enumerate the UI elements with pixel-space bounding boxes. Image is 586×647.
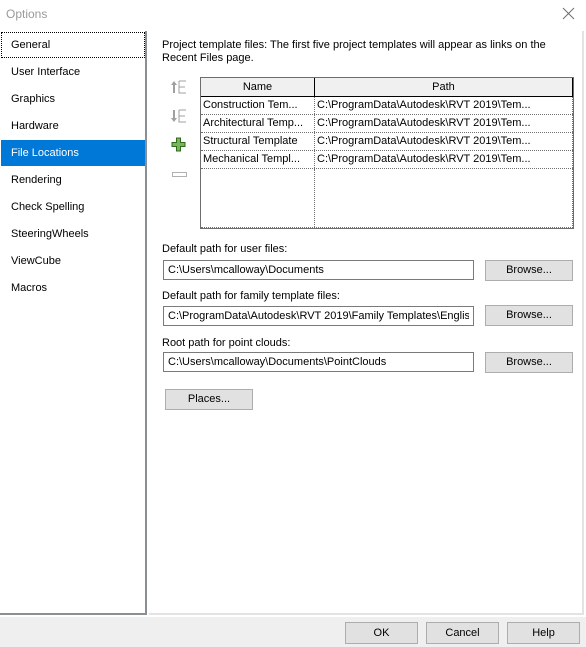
sidebar-item-check-spelling[interactable]: Check Spelling bbox=[1, 194, 145, 220]
template-path: C:\ProgramData\Autodesk\RVT 2019\Tem... bbox=[317, 99, 531, 111]
family-templates-path-input[interactable] bbox=[163, 306, 474, 326]
table-row[interactable]: Structural Template C:\ProgramData\Autod… bbox=[201, 133, 573, 151]
user-files-path-input[interactable] bbox=[163, 260, 474, 280]
point-clouds-label: Root path for point clouds: bbox=[162, 337, 291, 349]
table-row[interactable]: Construction Tem... C:\ProgramData\Autod… bbox=[201, 97, 573, 115]
move-up-icon bbox=[171, 80, 186, 94]
move-down-icon bbox=[171, 109, 186, 123]
project-templates-table[interactable]: Name Path Construction Tem... C:\Program… bbox=[200, 77, 574, 229]
sidebar-item-viewcube[interactable]: ViewCube bbox=[1, 248, 145, 274]
sidebar-item-file-locations[interactable]: File Locations bbox=[1, 140, 145, 166]
browse-family-templates-button[interactable]: Browse... bbox=[485, 305, 573, 326]
template-name: Construction Tem... bbox=[201, 97, 315, 114]
sidebar-item-steeringwheels[interactable]: SteeringWheels bbox=[1, 221, 145, 247]
window-title: Options bbox=[6, 7, 48, 21]
close-button[interactable] bbox=[558, 5, 578, 23]
cancel-button[interactable]: Cancel bbox=[426, 622, 499, 644]
remove-template-button[interactable] bbox=[169, 165, 189, 183]
table-empty-row[interactable] bbox=[201, 169, 573, 228]
help-button[interactable]: Help bbox=[507, 622, 580, 644]
template-path: C:\ProgramData\Autodesk\RVT 2019\Tem... bbox=[317, 117, 531, 129]
remove-minus-icon bbox=[172, 172, 187, 177]
column-header-name[interactable]: Name bbox=[201, 78, 315, 96]
template-path: C:\ProgramData\Autodesk\RVT 2019\Tem... bbox=[317, 135, 531, 147]
browse-point-clouds-button[interactable]: Browse... bbox=[485, 352, 573, 373]
browse-user-files-button[interactable]: Browse... bbox=[485, 260, 573, 281]
sidebar-item-rendering[interactable]: Rendering bbox=[1, 167, 145, 193]
table-right-edge bbox=[572, 97, 573, 228]
sidebar-item-hardware[interactable]: Hardware bbox=[1, 113, 145, 139]
table-row[interactable]: Mechanical Templ... C:\ProgramData\Autod… bbox=[201, 151, 573, 169]
table-header: Name Path bbox=[201, 78, 573, 97]
sidebar-item-graphics[interactable]: Graphics bbox=[1, 86, 145, 112]
user-files-label: Default path for user files: bbox=[162, 243, 288, 255]
point-clouds-path-input[interactable] bbox=[163, 352, 474, 372]
dialog-footer: OK Cancel Help bbox=[0, 617, 586, 647]
sidebar-item-user-interface[interactable]: User Interface bbox=[1, 59, 145, 85]
close-x-icon bbox=[562, 7, 575, 20]
table-row[interactable]: Architectural Temp... C:\ProgramData\Aut… bbox=[201, 115, 573, 133]
options-category-list: General User Interface Graphics Hardware… bbox=[0, 31, 147, 615]
column-divider bbox=[314, 169, 315, 227]
project-templates-description: Project template files: The first five p… bbox=[162, 39, 546, 64]
template-name: Structural Template bbox=[201, 133, 315, 150]
template-path: C:\ProgramData\Autodesk\RVT 2019\Tem... bbox=[317, 153, 531, 165]
title-bar: Options bbox=[0, 0, 586, 30]
template-name: Mechanical Templ... bbox=[201, 151, 315, 168]
places-button[interactable]: Places... bbox=[165, 389, 253, 410]
family-templates-label: Default path for family template files: bbox=[162, 290, 340, 302]
add-template-button[interactable] bbox=[169, 136, 189, 154]
sidebar-item-general[interactable]: General bbox=[1, 32, 145, 58]
file-locations-panel: Project template files: The first five p… bbox=[149, 31, 584, 615]
template-name: Architectural Temp... bbox=[201, 115, 315, 132]
move-up-button[interactable] bbox=[169, 78, 189, 96]
move-down-button[interactable] bbox=[169, 107, 189, 125]
ok-button[interactable]: OK bbox=[345, 622, 418, 644]
add-plus-icon bbox=[171, 137, 186, 152]
sidebar-item-macros[interactable]: Macros bbox=[1, 275, 145, 301]
column-header-path[interactable]: Path bbox=[315, 78, 572, 96]
